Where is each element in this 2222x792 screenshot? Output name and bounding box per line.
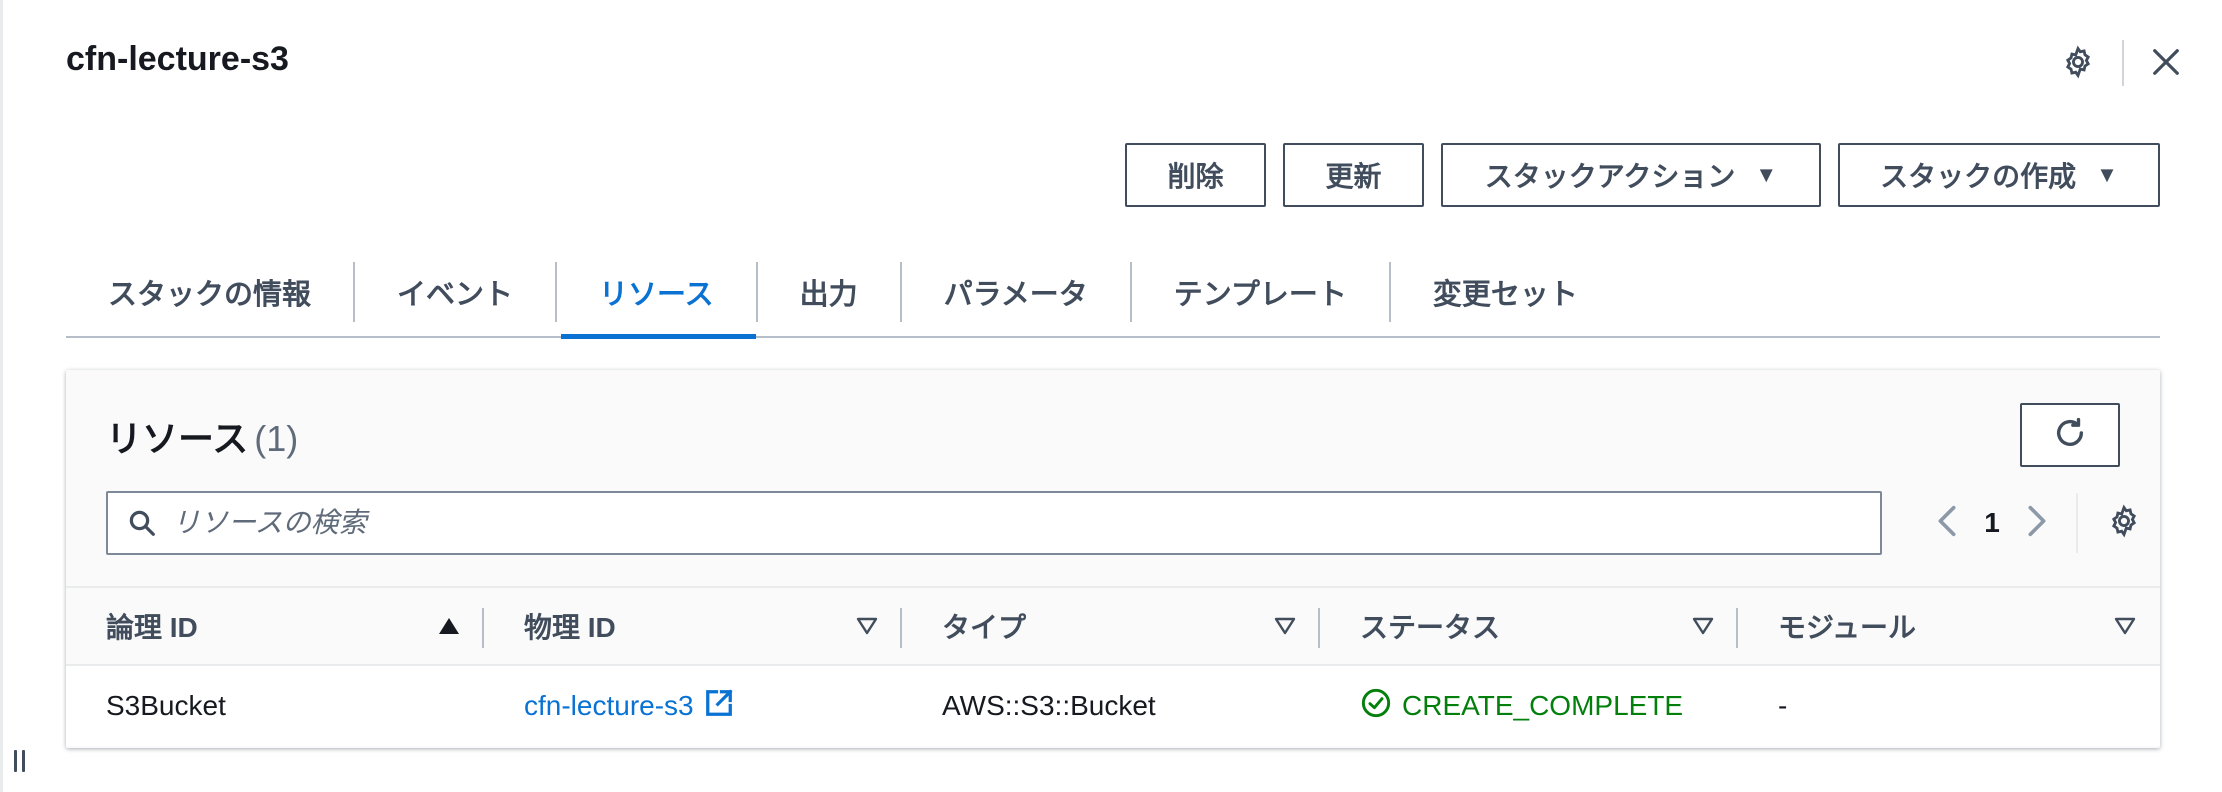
panel-title-text: リソース xyxy=(106,418,249,459)
delete-button[interactable]: 削除 xyxy=(1125,143,1266,207)
close-button[interactable] xyxy=(2146,44,2186,84)
column-header-logical-id[interactable]: 論理 ID xyxy=(66,588,484,664)
stack-actions-toolbar: 削除 更新 スタックアクション ▼ スタックの作成 ▼ xyxy=(1125,143,2160,207)
cell-logical-id: S3Bucket xyxy=(106,690,226,721)
refresh-button[interactable] xyxy=(2020,403,2120,467)
cell-status: CREATE_COMPLETE xyxy=(1320,666,1738,746)
resource-count: (1) xyxy=(254,418,299,459)
resources-table: 論理 ID 物理 ID タイプ ステータス モジュール S3Bucket cfn… xyxy=(66,586,2160,746)
table-preferences-button[interactable] xyxy=(2094,491,2154,555)
sort-icon xyxy=(856,617,878,635)
tab-label: 出力 xyxy=(799,279,858,311)
tab-template[interactable]: テンプレート xyxy=(1132,247,1389,337)
search-icon xyxy=(124,505,160,541)
external-link-icon xyxy=(704,688,734,725)
resize-handle[interactable] xyxy=(14,750,30,774)
create-stack-label: スタックの作成 xyxy=(1880,161,2077,192)
create-stack-dropdown[interactable]: スタックの作成 ▼ xyxy=(1838,143,2160,207)
physical-id-text: cfn-lecture-s3 xyxy=(524,690,694,721)
tab-change-sets[interactable]: 変更セット xyxy=(1391,247,1620,337)
column-header-physical-id[interactable]: 物理 ID xyxy=(484,588,902,664)
tab-label: リソース xyxy=(599,279,714,311)
tab-label: テンプレート xyxy=(1173,279,1347,311)
tab-label: イベント xyxy=(397,279,514,311)
sort-ascending-icon xyxy=(438,617,460,635)
search-input[interactable] xyxy=(172,507,1822,539)
column-label: ステータス xyxy=(1360,612,1501,643)
resources-panel: リソース(1) 1 xyxy=(66,370,2160,748)
sort-icon xyxy=(2114,617,2136,635)
caret-down-icon: ▼ xyxy=(1755,162,1778,187)
caret-down-icon: ▼ xyxy=(2096,162,2118,187)
gear-icon xyxy=(2107,503,2141,543)
cell-physical-id: cfn-lecture-s3 xyxy=(484,666,902,746)
next-page-button[interactable] xyxy=(2012,491,2062,555)
status-text: CREATE_COMPLETE xyxy=(1402,690,1684,721)
page-title: cfn-lecture-s3 xyxy=(66,40,289,78)
pagination: 1 xyxy=(1886,491,2154,555)
tab-outputs[interactable]: 出力 xyxy=(758,247,900,337)
cell-type: AWS::S3::Bucket xyxy=(942,690,1156,721)
current-page-number[interactable]: 1 xyxy=(1972,507,2012,539)
status-indicator: CREATE_COMPLETE xyxy=(1360,687,1683,726)
column-header-status[interactable]: ステータス xyxy=(1320,588,1738,664)
refresh-icon xyxy=(2053,416,2087,455)
left-edge-border xyxy=(0,0,3,792)
column-label: 物理 ID xyxy=(524,612,616,643)
gear-icon xyxy=(2061,44,2095,84)
column-label: タイプ xyxy=(942,612,1027,643)
previous-page-button[interactable] xyxy=(1922,491,1972,555)
stack-tabs: スタックの情報 イベント リソース 出力 パラメータ テンプレート 変更セット xyxy=(66,247,2160,339)
update-button[interactable]: 更新 xyxy=(1283,143,1424,207)
tab-parameters[interactable]: パラメータ xyxy=(902,247,1130,337)
pager-divider xyxy=(2076,493,2078,553)
sort-icon xyxy=(1274,617,1296,635)
sort-icon xyxy=(1692,617,1714,635)
tab-resources[interactable]: リソース xyxy=(557,247,756,339)
tab-events[interactable]: イベント xyxy=(355,247,555,337)
stack-actions-label: スタックアクション xyxy=(1484,161,1736,192)
tab-stack-info[interactable]: スタックの情報 xyxy=(66,247,353,337)
update-button-label: 更新 xyxy=(1325,161,1382,192)
chevron-left-icon xyxy=(1937,504,1957,543)
table-row: S3Bucket cfn-lecture-s3 AWS::S3::Bucket xyxy=(66,666,2160,746)
panel-title: リソース (1) xyxy=(106,410,298,462)
column-label: モジュール xyxy=(1778,612,1917,643)
tab-label: パラメータ xyxy=(943,279,1088,311)
physical-id-link[interactable]: cfn-lecture-s3 xyxy=(524,688,734,725)
header-divider xyxy=(2122,40,2124,86)
check-circle-icon xyxy=(1360,687,1392,726)
column-label: 論理 ID xyxy=(106,612,198,643)
stack-actions-dropdown[interactable]: スタックアクション ▼ xyxy=(1441,143,1821,207)
settings-button[interactable] xyxy=(2058,44,2098,84)
chevron-right-icon xyxy=(2027,504,2047,543)
column-header-module[interactable]: モジュール xyxy=(1738,588,2160,664)
close-icon xyxy=(2151,47,2181,82)
tab-label: 変更セット xyxy=(1432,279,1578,311)
stack-detail-panel: cfn-lecture-s3 削除 更新 スタックアクション ▼ スタックの作成 xyxy=(0,0,2222,792)
delete-button-label: 削除 xyxy=(1167,161,1224,192)
column-header-type[interactable]: タイプ xyxy=(902,588,1320,664)
tab-label: スタックの情報 xyxy=(108,279,312,311)
cell-module: - xyxy=(1778,690,1788,721)
table-header: 論理 ID 物理 ID タイプ ステータス モジュール xyxy=(66,586,2160,666)
resource-search-field[interactable] xyxy=(106,491,1882,555)
